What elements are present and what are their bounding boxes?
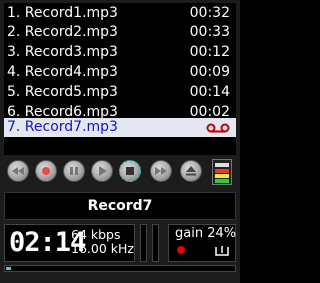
playlist-item-name: 2. Record2.mp3	[7, 24, 118, 40]
playlist-item-4[interactable]: 4. Record4.mp3 00:09	[4, 63, 236, 82]
playlist-item-name: 1. Record1.mp3	[7, 5, 118, 21]
playlist: 1. Record1.mp3 00:32 2. Record2.mp3 00:3…	[4, 3, 236, 155]
playlist-item-name: 4. Record4.mp3	[7, 64, 118, 80]
gain-label: gain 24%	[175, 226, 237, 241]
record-indicator-icon	[177, 246, 185, 254]
recorder-app: 1. Record1.mp3 00:32 2. Record2.mp3 00:3…	[0, 0, 240, 283]
playlist-item-3[interactable]: 3. Record3.mp3 00:12	[4, 43, 236, 62]
equalizer-button[interactable]	[212, 159, 232, 185]
transport-controls	[4, 158, 236, 188]
playlist-item-2[interactable]: 2. Record2.mp3 00:33	[4, 23, 236, 42]
eject-icon	[186, 166, 196, 176]
play-button[interactable]	[91, 160, 113, 182]
fast-forward-button[interactable]	[150, 160, 172, 182]
rewind-icon	[12, 167, 24, 175]
equalizer-icon	[215, 163, 229, 167]
record-icon	[42, 167, 50, 175]
progress-fill	[6, 267, 11, 270]
level-meter-left	[140, 224, 147, 262]
time-display: 02:14 64 kbps 16.00 kHz	[4, 224, 135, 262]
stop-button[interactable]	[119, 160, 141, 182]
gain-panel[interactable]: gain 24%	[168, 224, 236, 262]
playlist-item-7[interactable]: 7. Record7.mp3	[4, 118, 236, 137]
play-icon	[99, 166, 107, 176]
pause-button[interactable]	[63, 160, 85, 182]
bitrate: 64 kbps	[71, 227, 121, 242]
equalizer-bar-red	[215, 169, 229, 173]
stop-icon	[126, 167, 134, 175]
fast-forward-icon	[155, 167, 167, 175]
format-info: 64 kbps 16.00 kHz	[71, 228, 134, 256]
status-panel: 02:14 64 kbps 16.00 kHz gain 24%	[4, 224, 236, 262]
playlist-item-1[interactable]: 1. Record1.mp3 00:32	[4, 4, 236, 23]
playlist-item-name: 3. Record3.mp3	[7, 44, 118, 60]
playlist-item-duration: 00:14	[189, 84, 230, 100]
playlist-item-name: 5. Record5.mp3	[7, 84, 118, 100]
playlist-item-name: 7. Record7.mp3	[7, 119, 118, 135]
sample-rate: 16.00 kHz	[71, 241, 134, 256]
progress-bar[interactable]	[4, 265, 236, 272]
equalizer-bar-green	[215, 179, 229, 183]
pause-icon	[70, 167, 78, 175]
recording-icon	[206, 123, 230, 133]
input-source-icon	[215, 246, 229, 256]
playlist-item-duration: 00:32	[189, 5, 230, 21]
playlist-item-duration: 00:33	[189, 24, 230, 40]
equalizer-bar-yellow	[215, 174, 229, 178]
level-meter-right	[152, 224, 159, 262]
now-playing-title: Record7	[4, 192, 236, 220]
playlist-item-5[interactable]: 5. Record5.mp3 00:14	[4, 83, 236, 102]
playlist-item-duration: 00:09	[189, 64, 230, 80]
record-button[interactable]	[35, 160, 57, 182]
rewind-button[interactable]	[7, 160, 29, 182]
eject-button[interactable]	[180, 160, 202, 182]
playlist-item-duration: 00:12	[189, 44, 230, 60]
